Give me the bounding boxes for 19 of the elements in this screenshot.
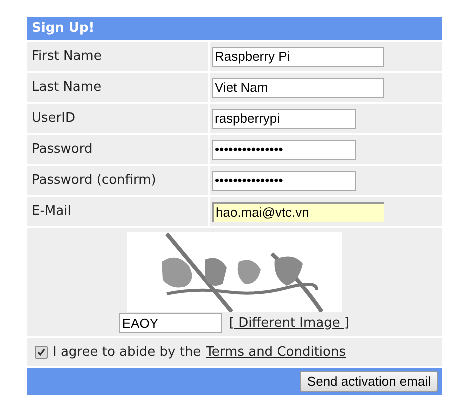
form-header: Sign Up! [27, 17, 442, 40]
agree-checkbox[interactable] [35, 346, 48, 358]
field-label: First Name [27, 42, 208, 71]
terms-link[interactable]: Terms and Conditions [206, 344, 346, 360]
different-image-link[interactable]: [ Different Image ] [229, 316, 350, 330]
input-field[interactable]: ••••••••••••••• [212, 140, 356, 160]
field-label: Last Name [27, 73, 208, 102]
send-activation-button[interactable]: Send activation email [300, 371, 438, 392]
input-field[interactable]: Raspberry Pi [212, 46, 384, 66]
input-field[interactable]: hao.mai@vtc.vn [212, 202, 384, 222]
field-label: E-Mail [27, 197, 208, 226]
field-label: UserID [27, 104, 208, 133]
input-field[interactable]: raspberrypi [212, 108, 356, 128]
input-field[interactable]: Viet Nam [212, 78, 384, 98]
agreement-text: I agree to abide by the [53, 344, 202, 360]
input-field[interactable]: ••••••••••••••• [212, 170, 356, 190]
field-label: Password (confirm) [27, 166, 208, 195]
captcha-field[interactable]: EAOY [119, 313, 222, 333]
field-label: Password [27, 135, 208, 164]
